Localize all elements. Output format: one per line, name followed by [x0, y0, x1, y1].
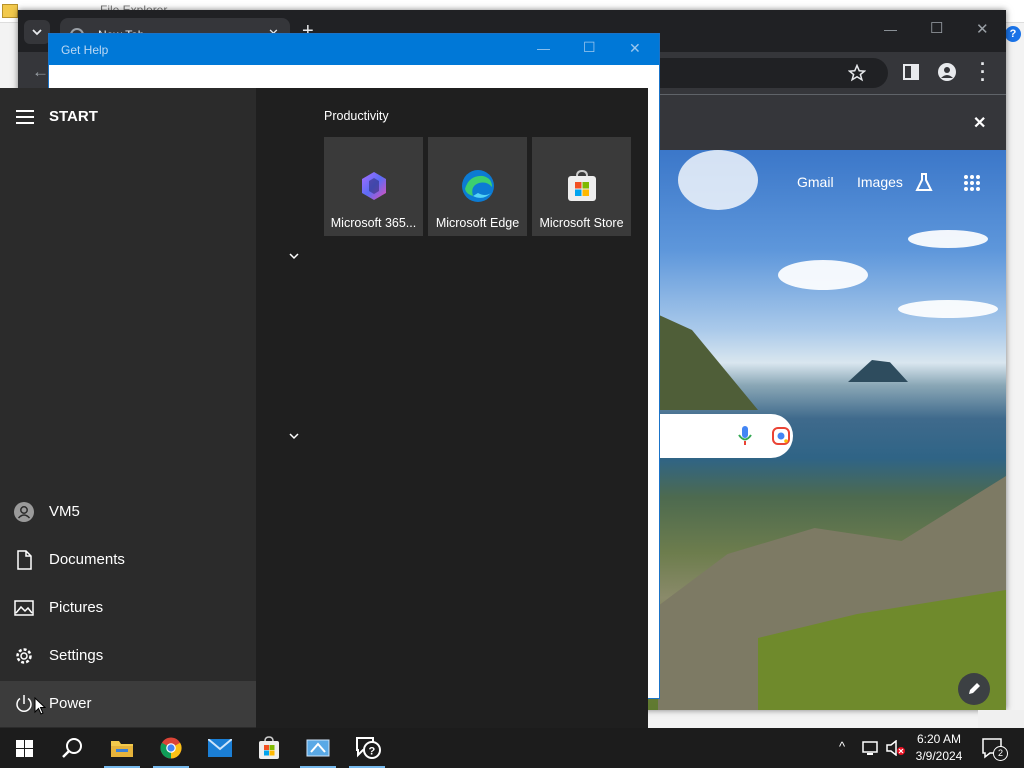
store-icon	[259, 736, 279, 759]
hamburger-menu-icon[interactable]	[16, 110, 34, 124]
mail-icon	[208, 739, 232, 757]
side-panel-icon[interactable]	[903, 64, 919, 80]
gmail-link[interactable]: Gmail	[797, 174, 834, 190]
help-icon[interactable]: ?	[1005, 26, 1021, 42]
taskbar-clock[interactable]: 6:20 AM 3/9/2024	[905, 731, 973, 765]
chrome-icon	[160, 737, 182, 759]
volume-muted-icon[interactable]	[886, 740, 906, 756]
taskbar-store[interactable]	[245, 728, 293, 768]
cliff	[648, 310, 758, 410]
edge-icon	[462, 170, 494, 202]
customize-button[interactable]	[958, 673, 990, 705]
start-item-label: Power	[49, 695, 92, 712]
tile-label: Microsoft Edge	[435, 216, 520, 230]
bookmark-star-icon[interactable]	[848, 64, 866, 82]
start-menu-tiles: Productivity Microsoft 365... Microsoft …	[256, 88, 648, 728]
user-icon	[14, 502, 34, 522]
mouse-cursor-icon	[34, 697, 46, 715]
images-link[interactable]: Images	[857, 174, 903, 190]
tile-label: Microsoft Store	[539, 216, 624, 230]
tile-microsoft-edge[interactable]: Microsoft Edge	[428, 137, 527, 236]
start-item-settings[interactable]: Settings	[0, 633, 256, 679]
island	[848, 360, 908, 382]
chrome-menu-icon[interactable]: · · ·	[980, 55, 986, 89]
tab-search-button[interactable]	[24, 20, 50, 44]
folder-icon	[111, 741, 133, 757]
minimize-button[interactable]: —	[884, 22, 897, 37]
taskbar: ? ^ 6:20 AM 3/9/2024 2	[0, 728, 1024, 768]
microsoft-365-icon	[362, 172, 386, 200]
search-icon	[62, 738, 82, 758]
labs-flask-icon[interactable]	[914, 172, 934, 192]
taskbar-get-help[interactable]: ?	[343, 728, 391, 768]
show-hidden-icons-chevron-icon[interactable]: ^	[839, 739, 845, 754]
taskbar-file-explorer[interactable]	[98, 728, 146, 768]
infobar-close-icon[interactable]: ✕	[973, 113, 986, 133]
chevron-down-icon	[32, 29, 42, 36]
svg-text:?: ?	[369, 746, 376, 758]
start-item-label: VM5	[49, 503, 80, 520]
cloud	[678, 150, 758, 210]
maximize-button[interactable]: ☐	[930, 19, 943, 37]
pictures-icon	[14, 600, 34, 616]
get-help-titlebar: Get Help — ☐ ✕	[49, 34, 659, 65]
start-button[interactable]	[0, 728, 48, 768]
start-item-documents[interactable]: Documents	[0, 537, 256, 583]
file-explorer-icon	[2, 4, 18, 18]
pencil-icon	[969, 683, 980, 694]
profile-icon[interactable]	[938, 63, 956, 81]
clock-time: 6:20 AM	[916, 732, 962, 746]
get-help-close-button[interactable]: ✕	[629, 40, 641, 57]
get-help-icon: ?	[356, 737, 381, 759]
start-item-user[interactable]: VM5	[0, 489, 256, 535]
tile-microsoft-store[interactable]: Microsoft Store	[532, 137, 631, 236]
gear-icon	[16, 648, 32, 664]
taskbar-chrome[interactable]	[147, 728, 195, 768]
google-apps-icon[interactable]	[963, 174, 981, 192]
tile-group-title: Productivity	[324, 109, 389, 123]
get-help-title: Get Help	[61, 43, 109, 57]
cloud	[778, 260, 868, 290]
taskbar-mail[interactable]	[196, 728, 244, 768]
microphone-icon[interactable]	[738, 426, 752, 446]
start-item-pictures[interactable]: Pictures	[0, 585, 256, 631]
status-bar-view-icons	[978, 710, 1024, 728]
app-window-icon	[306, 739, 330, 757]
network-icon[interactable]	[862, 740, 880, 756]
close-window-button[interactable]: ✕	[976, 20, 989, 38]
start-menu-sidebar: START VM5 Documents Pictures Settings Po…	[0, 88, 256, 728]
google-lens-icon[interactable]	[772, 427, 790, 445]
tile-label: Microsoft 365...	[330, 216, 417, 230]
taskbar-app[interactable]	[294, 728, 342, 768]
cloud	[898, 300, 998, 318]
start-item-power[interactable]: Power	[0, 681, 256, 727]
start-menu: START VM5 Documents Pictures Settings Po…	[0, 88, 648, 728]
chevron-down-icon[interactable]	[288, 431, 300, 441]
start-item-label: Settings	[49, 647, 104, 664]
action-center-button[interactable]: 2	[980, 736, 1008, 761]
tile-microsoft-365[interactable]: Microsoft 365...	[324, 137, 423, 236]
start-item-label: Documents	[49, 551, 125, 568]
get-help-minimize-button[interactable]: —	[537, 41, 550, 56]
power-icon	[16, 695, 32, 712]
back-arrow-icon[interactable]: ←	[32, 62, 49, 82]
start-header: START	[49, 108, 98, 125]
notification-count-badge: 2	[993, 746, 1008, 761]
clock-date: 3/9/2024	[915, 749, 963, 763]
windows-logo-icon	[16, 740, 33, 757]
cloud	[908, 230, 988, 248]
chevron-down-icon[interactable]	[288, 251, 300, 261]
search-button[interactable]	[48, 728, 96, 768]
get-help-maximize-button[interactable]: ☐	[583, 39, 596, 56]
document-icon	[17, 550, 32, 570]
store-icon	[568, 169, 596, 201]
start-item-label: Pictures	[49, 599, 104, 616]
